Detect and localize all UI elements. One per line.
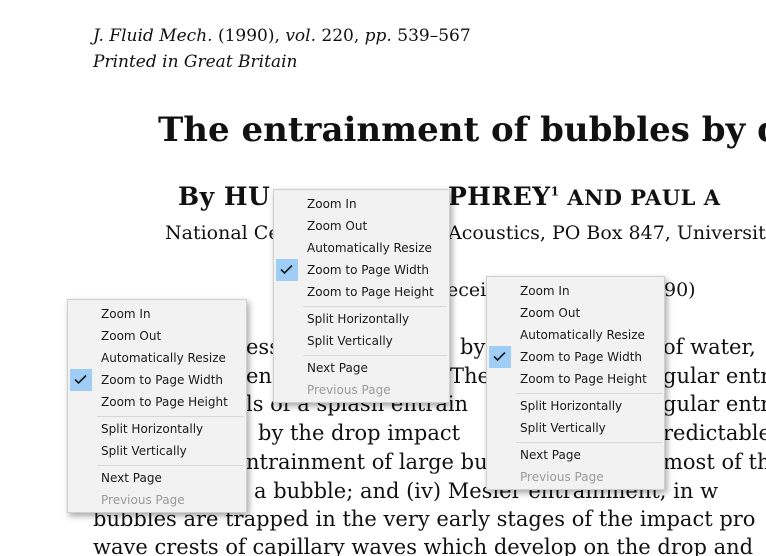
received-right: 90)	[664, 279, 696, 301]
menu-item-split-horizontally[interactable]: Split Horizontally	[274, 308, 449, 330]
menu-item-split-horizontally[interactable]: Split Horizontally	[68, 418, 246, 440]
menu-item-previous-page: Previous Page	[101, 493, 185, 507]
journal-year: (1990),	[217, 26, 280, 46]
body-line-5-far: most of th	[663, 450, 766, 474]
menu-separator	[516, 442, 662, 443]
body-line-2-far: gular entr	[663, 364, 766, 388]
menu-item-next-page[interactable]: Next Page	[487, 444, 664, 466]
menu-item-zoom-to-page-height[interactable]: Zoom to Page Height	[68, 391, 246, 413]
authors-mid: PHREY	[448, 182, 551, 211]
body-line-3-far: gular entr	[663, 392, 766, 416]
authors-left: By HU	[178, 182, 271, 211]
journal-citation: J. Fluid Mech. (1990), vol. 220, pp. 539…	[93, 25, 471, 47]
menu-item-split-vertically[interactable]: Split Vertically	[274, 330, 449, 352]
menu-item-zoom-to-page-height[interactable]: Zoom to Page Height	[274, 281, 449, 303]
menu-separator	[516, 393, 662, 394]
menu-item-zoom-to-page-width[interactable]: Zoom to Page Width	[487, 346, 664, 368]
menu-item-zoom-out[interactable]: Zoom Out	[68, 325, 246, 347]
affiliation-right: Acoustics, PO Box 847, Universit	[448, 222, 766, 244]
menu-item-next-page[interactable]: Next Page	[274, 357, 449, 379]
menu-item-next-page[interactable]: Next Page	[68, 467, 246, 489]
menu-separator	[303, 355, 447, 356]
authors-and: AND PAUL A	[559, 185, 721, 210]
menu-item-zoom-out[interactable]: Zoom Out	[487, 302, 664, 324]
journal-vol: 220,	[321, 26, 360, 46]
body-line-2-right: The	[450, 364, 490, 388]
affiliation-left: National Ce	[165, 222, 280, 244]
journal-pages: 539–567	[397, 26, 471, 46]
menu-item-split-vertically[interactable]: Split Vertically	[487, 417, 664, 439]
menu-separator	[303, 306, 447, 307]
printed-note: Printed in Great Britain	[93, 52, 298, 72]
menu-item-zoom-to-page-width[interactable]: Zoom to Page Width	[68, 369, 246, 391]
paper-title: The entrainment of bubbles by dro	[158, 110, 766, 150]
menu-item-zoom-to-page-width[interactable]: Zoom to Page Width	[274, 259, 449, 281]
body-line-4-far: redictable	[663, 421, 766, 445]
menu-item-zoom-in[interactable]: Zoom In	[68, 303, 246, 325]
body-line-1-right: by	[460, 335, 486, 359]
journal-vol-label: vol.	[285, 26, 316, 46]
menu-separator	[97, 416, 244, 417]
menu-item-previous-page: Previous Page	[520, 470, 604, 484]
body-line-1-far: of water,	[663, 335, 756, 359]
menu-separator	[97, 465, 244, 466]
menu-item-automatically-resize[interactable]: Automatically Resize	[274, 237, 449, 259]
body-line-8: wave crests of capillary waves which dev…	[93, 535, 754, 556]
menu-item-zoom-to-page-height[interactable]: Zoom to Page Height	[487, 368, 664, 390]
menu-item-zoom-in[interactable]: Zoom In	[274, 193, 449, 215]
body-line-2-left: en	[246, 364, 272, 388]
context-menu-middle: Zoom In Zoom Out Automatically Resize Zo…	[273, 189, 450, 403]
menu-item-split-horizontally[interactable]: Split Horizontally	[487, 395, 664, 417]
context-menu-left: Zoom In Zoom Out Automatically Resize Zo…	[67, 299, 247, 513]
menu-item-zoom-in[interactable]: Zoom In	[487, 280, 664, 302]
body-line-5-left: ntrainment of large bu	[246, 450, 488, 474]
menu-item-split-vertically[interactable]: Split Vertically	[68, 440, 246, 462]
received-left: ecei	[447, 279, 487, 301]
menu-item-previous-page: Previous Page	[307, 383, 391, 397]
context-menu-right: Zoom In Zoom Out Automatically Resize Zo…	[486, 276, 665, 490]
menu-item-automatically-resize[interactable]: Automatically Resize	[68, 347, 246, 369]
menu-item-zoom-out[interactable]: Zoom Out	[274, 215, 449, 237]
journal-pp-label: pp.	[364, 26, 392, 46]
menu-item-automatically-resize[interactable]: Automatically Resize	[487, 324, 664, 346]
body-line-4-left: by the drop impact	[258, 421, 461, 445]
authors-right: PHREY1 AND PAUL A	[448, 182, 721, 211]
journal-name: J. Fluid Mech.	[93, 26, 213, 46]
